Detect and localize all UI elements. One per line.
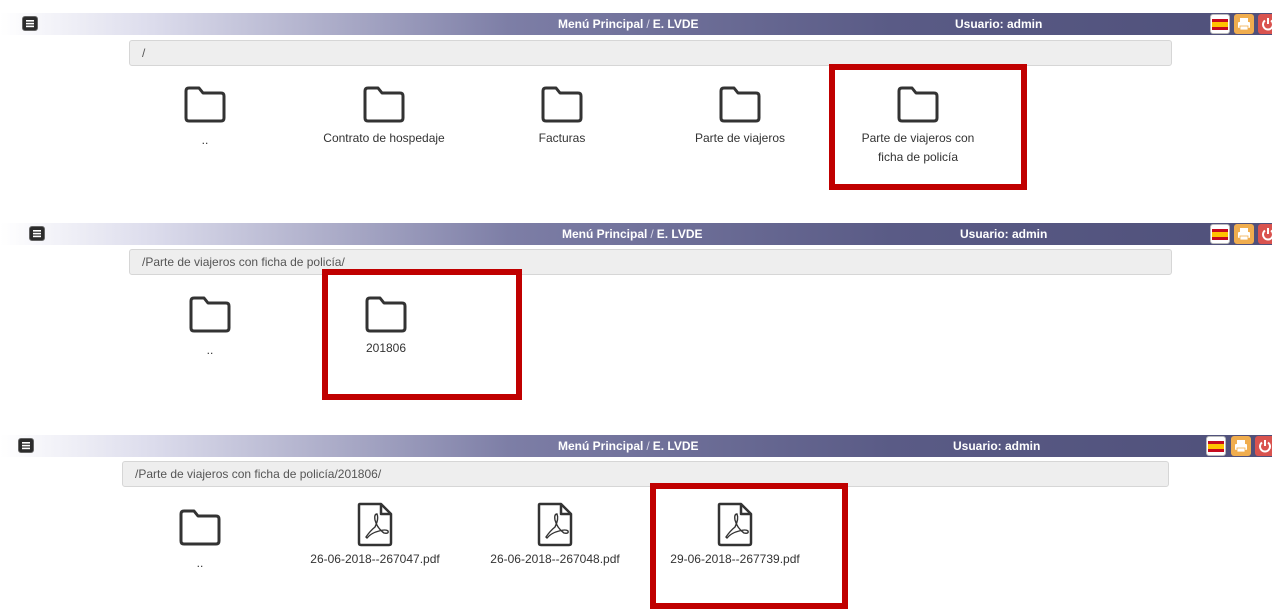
item-label: 29-06-2018--267739.pdf — [670, 552, 800, 566]
item-label: 26-06-2018--267048.pdf — [490, 552, 620, 566]
menu-button[interactable] — [18, 438, 34, 453]
power-icon — [1259, 440, 1271, 453]
user-label: Usuario: admin — [953, 439, 1041, 453]
path-bar: /Parte de viajeros con ficha de policía/… — [122, 461, 1169, 487]
print-button[interactable] — [1231, 436, 1251, 456]
folder-icon — [179, 509, 221, 546]
pdf-item-267047[interactable]: 26-06-2018--267047.pdf — [300, 501, 450, 569]
folder-item-parent[interactable]: .. — [125, 508, 275, 573]
item-label: 26-06-2018--267047.pdf — [310, 552, 440, 566]
menu-icon — [22, 442, 30, 450]
language-button[interactable] — [1206, 436, 1226, 456]
spain-flag-icon — [1208, 441, 1224, 452]
pdf-item-267048[interactable]: 26-06-2018--267048.pdf — [480, 501, 630, 569]
breadcrumb-section[interactable]: E. LVDE — [653, 439, 699, 453]
pdf-item-267739[interactable]: 29-06-2018--267739.pdf — [660, 501, 810, 569]
print-icon — [1235, 440, 1247, 453]
breadcrumb-separator: / — [646, 439, 650, 453]
breadcrumb-menu-principal[interactable]: Menú Principal — [558, 439, 643, 453]
logout-button[interactable] — [1255, 436, 1272, 456]
panel-201806-folder: Menú Principal / E. LVDE Usuario: admin /P… — [0, 0, 1272, 609]
pdf-file-icon — [357, 502, 393, 547]
item-label: .. — [196, 556, 204, 570]
pdf-file-icon — [537, 502, 573, 547]
breadcrumb: Menú Principal / E. LVDE — [558, 435, 699, 457]
top-navbar: Menú Principal / E. LVDE Usuario: admin — [0, 435, 1272, 457]
pdf-file-icon — [717, 502, 753, 547]
